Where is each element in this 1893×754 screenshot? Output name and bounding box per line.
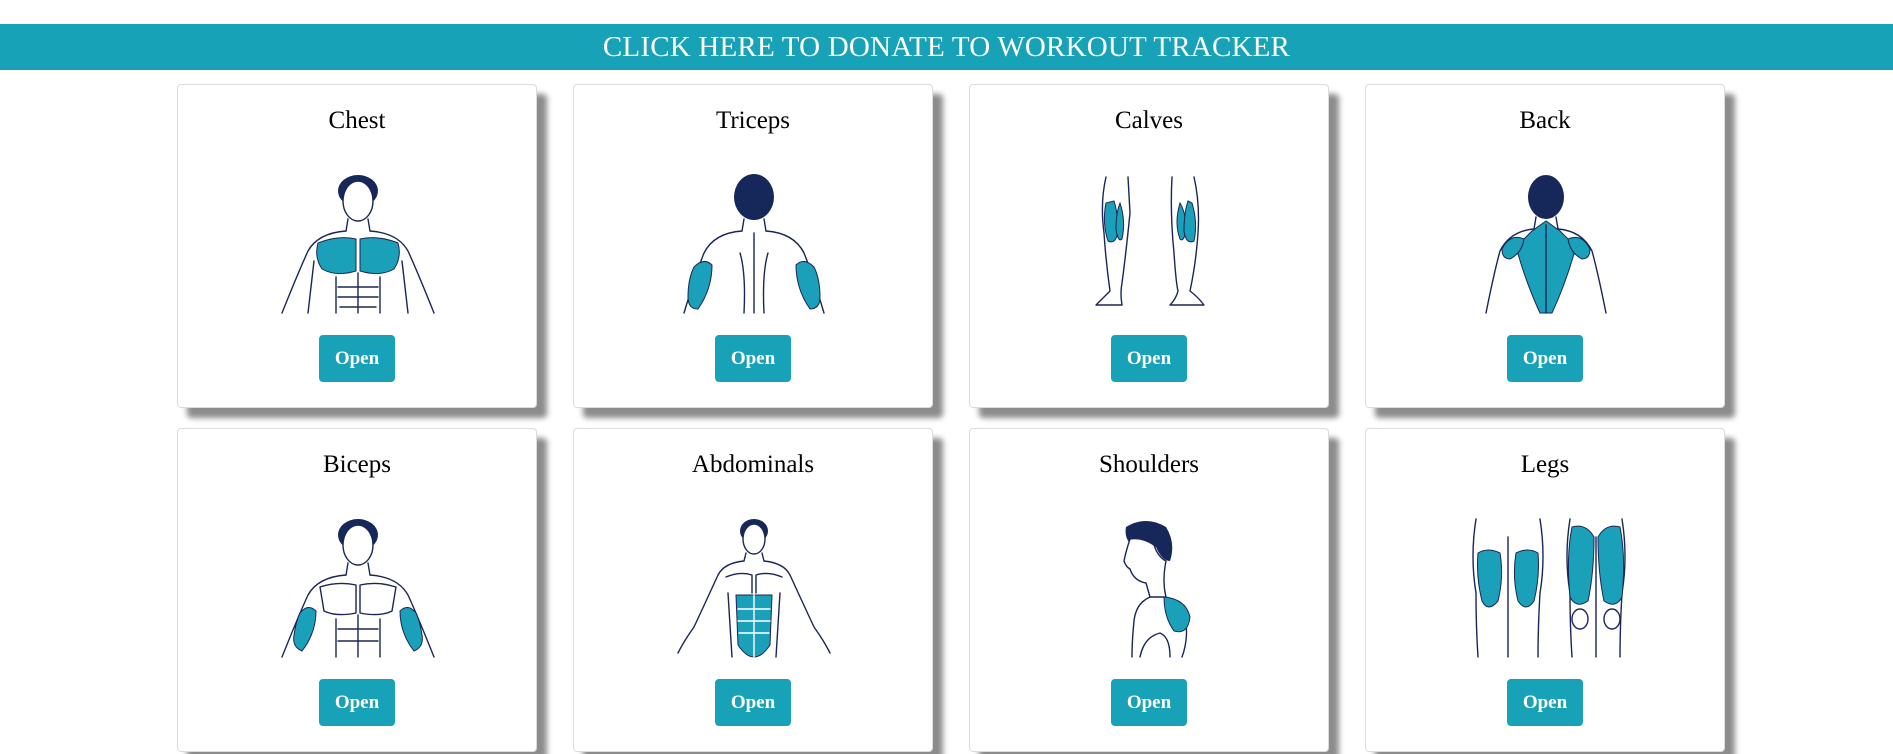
triceps-back-figure-icon [674, 173, 834, 315]
muscle-group-grid: Chest Open Triceps Open Calves Open Back… [177, 84, 1725, 752]
card-title: Abdominals [691, 451, 815, 478]
calves-legs-figure-icon [1070, 173, 1230, 315]
open-button[interactable]: Open [715, 335, 791, 382]
card-title: Triceps [715, 107, 791, 134]
card-title: Legs [1520, 451, 1570, 478]
card-biceps: Biceps Open [177, 428, 537, 752]
open-button[interactable]: Open [1507, 679, 1583, 726]
biceps-front-figure-icon [278, 517, 438, 659]
card-chest: Chest Open [177, 84, 537, 408]
open-button[interactable]: Open [1111, 679, 1187, 726]
abdominals-figure-icon [674, 517, 834, 659]
card-title: Biceps [322, 451, 392, 478]
donate-banner[interactable]: CLICK HERE TO DONATE TO WORKOUT TRACKER [0, 24, 1893, 70]
card-calves: Calves Open [969, 84, 1329, 408]
card-shoulders: Shoulders Open [969, 428, 1329, 752]
card-back: Back Open [1365, 84, 1725, 408]
open-button[interactable]: Open [715, 679, 791, 726]
shoulders-side-figure-icon [1070, 517, 1230, 659]
card-abdominals: Abdominals Open [573, 428, 933, 752]
card-title: Calves [1114, 107, 1184, 134]
card-triceps: Triceps Open [573, 84, 933, 408]
chest-front-figure-icon [278, 173, 438, 315]
open-button[interactable]: Open [319, 679, 395, 726]
open-button[interactable]: Open [1111, 335, 1187, 382]
card-title: Shoulders [1099, 451, 1199, 478]
card-legs: Legs Open [1365, 428, 1725, 752]
card-title: Chest [328, 107, 386, 134]
open-button[interactable]: Open [1507, 335, 1583, 382]
back-figure-icon [1466, 173, 1626, 315]
card-title: Back [1519, 107, 1571, 134]
open-button[interactable]: Open [319, 335, 395, 382]
legs-figure-icon [1466, 517, 1626, 659]
